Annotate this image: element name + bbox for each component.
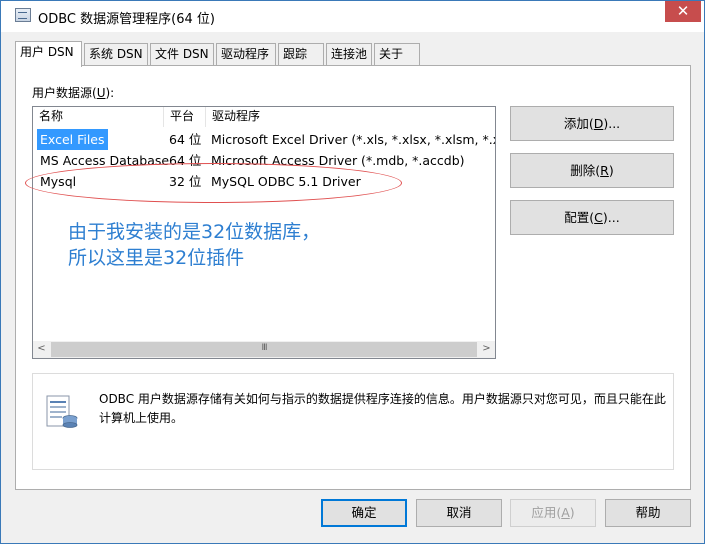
user-dsn-panel: 用户数据源(U): 名称 平台 驱动程序 Excel Files 64 位 Mi… — [15, 65, 691, 490]
scroll-left-icon[interactable]: < — [33, 341, 50, 358]
list-item[interactable]: Excel Files 64 位 Microsoft Excel Driver … — [33, 129, 495, 150]
tab-about[interactable]: 关于 — [374, 43, 420, 65]
annotation-line-1: 由于我安装的是32位数据库， — [68, 221, 321, 243]
odbc-app-icon — [15, 8, 31, 22]
close-button[interactable]: ✕ — [665, 1, 701, 22]
annotation-line-2: 所以这里是32位插件 — [68, 247, 245, 269]
tab-tracing[interactable]: 跟踪 — [278, 43, 324, 65]
column-header-name[interactable]: 名称 — [33, 107, 164, 127]
tab-drivers[interactable]: 驱动程序 — [216, 43, 276, 65]
window-title: ODBC 数据源管理程序(64 位) — [38, 12, 215, 27]
annotation-ellipse — [25, 163, 402, 203]
dsn-driver: Microsoft Excel Driver (*.xls, *.xlsx, *… — [211, 132, 496, 147]
apply-button[interactable]: 应用(A) — [510, 499, 596, 527]
tab-system-dsn[interactable]: 系统 DSN — [84, 43, 148, 65]
horizontal-scrollbar[interactable]: < III > — [33, 341, 495, 358]
tab-user-dsn[interactable]: 用户 DSN — [15, 41, 82, 67]
ok-button[interactable]: 确定 — [321, 499, 407, 527]
scroll-thumb[interactable]: III — [51, 342, 477, 357]
dsn-name: Excel Files — [37, 129, 108, 150]
tab-connection-pooling[interactable]: 连接池 — [326, 43, 372, 65]
help-button[interactable]: 帮助 — [605, 499, 691, 527]
tab-file-dsn[interactable]: 文件 DSN — [150, 43, 214, 65]
cancel-button[interactable]: 取消 — [416, 499, 502, 527]
configure-button[interactable]: 配置(C)... — [510, 200, 674, 235]
list-header: 名称 平台 驱动程序 — [33, 107, 495, 127]
dsn-platform: 64 位 — [169, 132, 202, 147]
scroll-right-icon[interactable]: > — [478, 341, 495, 358]
remove-button[interactable]: 删除(R) — [510, 153, 674, 188]
user-data-sources-label: 用户数据源(U): — [32, 86, 115, 100]
column-header-driver[interactable]: 驱动程序 — [206, 107, 495, 127]
odbc-window: ODBC 数据源管理程序(64 位) ✕ 用户 DSN 系统 DSN 文件 DS… — [0, 0, 705, 544]
info-text: ODBC 用户数据源存储有关如何与指示的数据提供程序连接的信息。用户数据源只对您… — [99, 392, 666, 425]
close-icon: ✕ — [676, 2, 690, 20]
column-header-platform[interactable]: 平台 — [164, 107, 206, 127]
title-bar[interactable]: ODBC 数据源管理程序(64 位) ✕ — [1, 1, 704, 32]
data-source-icon — [46, 395, 78, 428]
info-box: ODBC 用户数据源存储有关如何与指示的数据提供程序连接的信息。用户数据源只对您… — [32, 373, 674, 470]
add-button[interactable]: 添加(D)... — [510, 106, 674, 141]
